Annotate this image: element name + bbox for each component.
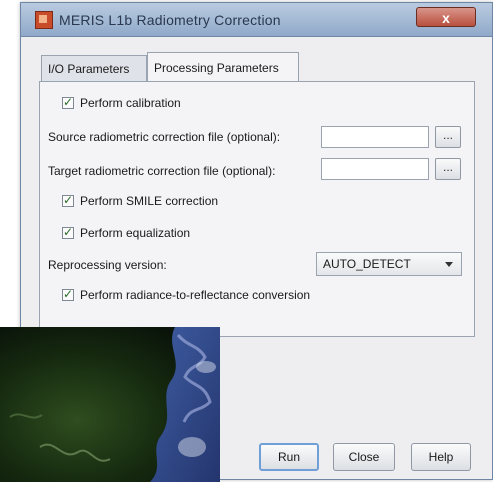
- close-button[interactable]: Close: [333, 443, 395, 471]
- target-file-input[interactable]: [321, 158, 429, 180]
- processing-parameters-panel: Perform calibration Source radiometric c…: [39, 81, 475, 337]
- perform-radiance-row[interactable]: Perform radiance-to-reflectance conversi…: [62, 287, 311, 302]
- perform-equalization-checkbox[interactable]: [62, 225, 74, 239]
- window-title: MERIS L1b Radiometry Correction: [59, 12, 281, 28]
- chevron-down-icon: [445, 262, 453, 267]
- perform-smile-label: Perform SMILE correction: [80, 194, 219, 208]
- reprocessing-version-value: AUTO_DETECT: [323, 257, 411, 271]
- reprocessing-version-dropdown[interactable]: AUTO_DETECT: [316, 252, 462, 276]
- title-bar[interactable]: MERIS L1b Radiometry Correction x: [21, 3, 492, 37]
- satellite-image: [0, 327, 220, 482]
- source-file-label: Source radiometric correction file (opti…: [48, 130, 281, 144]
- run-button[interactable]: Run: [259, 443, 319, 471]
- perform-calibration-row[interactable]: Perform calibration: [62, 95, 181, 110]
- perform-smile-checkbox[interactable]: [62, 193, 74, 207]
- target-file-label: Target radiometric correction file (opti…: [48, 164, 276, 178]
- target-file-browse-button[interactable]: ...: [435, 158, 461, 180]
- perform-smile-row[interactable]: Perform SMILE correction: [62, 193, 219, 208]
- close-window-button[interactable]: x: [416, 7, 476, 27]
- app-icon: [35, 11, 53, 29]
- help-button[interactable]: Help: [411, 443, 471, 471]
- source-file-input[interactable]: [321, 126, 429, 148]
- tab-io-parameters[interactable]: I/O Parameters: [41, 55, 147, 81]
- tab-processing-parameters[interactable]: Processing Parameters: [147, 52, 299, 81]
- perform-calibration-checkbox[interactable]: [62, 95, 74, 109]
- perform-radiance-checkbox[interactable]: [62, 287, 74, 301]
- perform-radiance-label: Perform radiance-to-reflectance conversi…: [80, 288, 311, 302]
- reprocessing-version-label: Reprocessing version:: [48, 258, 167, 272]
- perform-calibration-label: Perform calibration: [80, 96, 181, 110]
- perform-equalization-label: Perform equalization: [80, 226, 191, 240]
- satellite-image-graphic: [0, 327, 220, 482]
- perform-equalization-row[interactable]: Perform equalization: [62, 225, 191, 240]
- source-file-browse-button[interactable]: ...: [435, 126, 461, 148]
